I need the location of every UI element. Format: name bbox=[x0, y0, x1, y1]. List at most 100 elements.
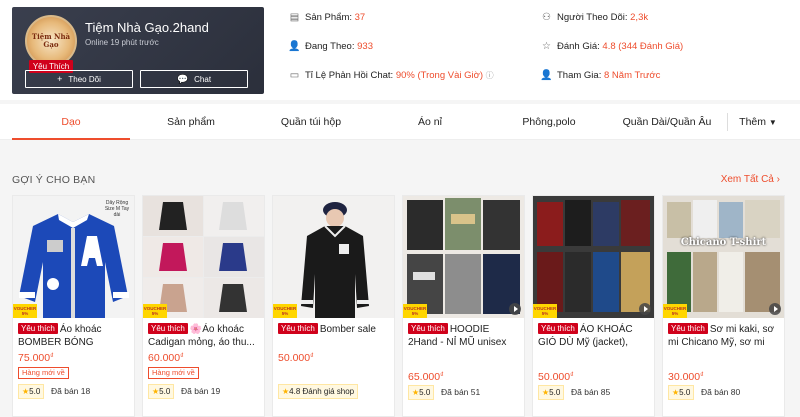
sold-count: Đã bán 85 bbox=[571, 387, 611, 397]
product-name[interactable]: Yêu thích Sơ mi kaki, sơ mi Chicano Mỹ, s… bbox=[668, 323, 781, 349]
favorite-badge: Yêu thích bbox=[408, 323, 448, 334]
sold-count: Đã bán 19 bbox=[181, 386, 221, 396]
currency: ₫ bbox=[50, 353, 54, 360]
shop-rating-tag: ★4.8 Đánh giá shop bbox=[278, 384, 359, 399]
section-title: GỢI Ý CHO BẠN bbox=[12, 174, 96, 186]
chat-button[interactable]: 💬 Chat bbox=[140, 70, 248, 88]
tab-more-label: Thêm bbox=[739, 116, 766, 128]
followers-icon: ⚇ bbox=[542, 12, 551, 23]
stat-value: 2,3k bbox=[630, 12, 649, 23]
stat-followers: ⚇ Người Theo Dõi: 2,3k bbox=[540, 12, 648, 23]
play-video-icon[interactable] bbox=[639, 303, 651, 315]
product-price: 65.000₫ bbox=[408, 371, 444, 383]
stat-following: 👤 Đang Theo: 933 bbox=[288, 41, 373, 52]
tab-divider bbox=[727, 113, 728, 131]
product-image[interactable]: VOUCHER 5% bbox=[533, 196, 654, 318]
product-title: Bomber sale bbox=[319, 324, 376, 335]
stat-rating: ☆ Đánh Giá: 4.8 (344 Đánh Giá) bbox=[540, 41, 683, 52]
play-video-icon[interactable] bbox=[509, 303, 521, 315]
currency: ₫ bbox=[570, 372, 574, 379]
voucher-badge: VOUCHER 5% bbox=[273, 304, 297, 318]
product-card[interactable]: VOUCHER 5% Yêu thích 🌸Áo khoác Cadigan mỏ… bbox=[142, 195, 265, 417]
follow-label: Theo Dõi bbox=[68, 75, 101, 84]
stat-products: ▤ Sản Phẩm: 37 bbox=[288, 12, 365, 23]
product-price: 50.000₫ bbox=[278, 352, 314, 364]
tab-sweaters[interactable]: Áo nỉ bbox=[375, 104, 485, 140]
favorite-badge: Yêu thích bbox=[668, 323, 708, 334]
rating-tag: ★5.0 bbox=[668, 385, 695, 400]
product-card[interactable]: Chicano T-shirt VOUCHER 5% Yêu thích Sơ m… bbox=[662, 195, 785, 417]
favorite-badge: Yêu thích bbox=[148, 323, 188, 334]
product-image[interactable]: Dây Rộng Size M Tay dài VOUCHER 5% bbox=[13, 196, 134, 318]
see-all-link[interactable]: Xem Tất Cả › bbox=[721, 174, 780, 185]
user-plus-icon: 👤 bbox=[540, 70, 553, 81]
shop-stats: ▤ Sản Phẩm: 37 👤 Đang Theo: 933 ▭ Tỉ Lệ Phả… bbox=[288, 0, 798, 90]
product-price: 60.000₫ bbox=[148, 352, 184, 364]
stat-value: 8 Năm Trước bbox=[604, 70, 661, 81]
tab-home[interactable]: Dạo bbox=[12, 104, 130, 140]
stat-label: Đánh Giá: bbox=[557, 41, 600, 52]
product-name[interactable]: Yêu thíchHOODIE 2Hand - NỈ MŨ unisex /LI… bbox=[408, 323, 521, 349]
currency: ₫ bbox=[180, 353, 184, 360]
price-value: 30.000 bbox=[668, 371, 701, 383]
shop-tabs: Dạo Sản phẩm Quần túi hộp Áo nỉ Phông,po… bbox=[0, 104, 800, 140]
product-name[interactable]: Yêu thíchÁo khoác BOMBER BÓNG CHÀY... bbox=[18, 323, 131, 349]
price-value: 65.000 bbox=[408, 371, 441, 383]
rating-value: 5.0 bbox=[549, 388, 561, 397]
voucher-badge: VOUCHER 5% bbox=[143, 304, 167, 318]
chat-label: Chat bbox=[194, 75, 212, 84]
stat-value: 37 bbox=[354, 12, 366, 23]
tab-trousers[interactable]: Quần Dài/Quần Âu bbox=[612, 104, 722, 140]
product-card[interactable]: VOUCHER 5% Yêu thích HOODIE 2Hand - NỈ MŨ… bbox=[402, 195, 525, 417]
product-image[interactable]: VOUCHER 5% bbox=[403, 196, 524, 318]
follow-button[interactable]: + Theo Dõi bbox=[25, 70, 133, 88]
chat-icon: ▭ bbox=[289, 70, 300, 81]
product-card[interactable]: VOUCHER 5% Yêu thích Bomber sale 50.000₫ … bbox=[272, 195, 395, 417]
sold-count: Đã bán 51 bbox=[441, 387, 481, 397]
stat-label: Đang Theo: bbox=[305, 41, 355, 52]
product-name[interactable]: Yêu thíchÁO KHOÁC GIÓ DÙ Mỹ (jacket), BO… bbox=[538, 323, 651, 349]
product-price: 30.000₫ bbox=[668, 371, 704, 383]
tab-tshirts-polo[interactable]: Phông,polo bbox=[494, 104, 604, 140]
currency: ₫ bbox=[310, 353, 314, 360]
star-icon: ☆ bbox=[542, 41, 551, 52]
stat-value: 90% (Trong Vài Giờ) bbox=[395, 70, 484, 81]
tab-products[interactable]: Sản phẩm bbox=[136, 104, 246, 140]
play-video-icon[interactable] bbox=[769, 303, 781, 315]
stat-chat-rate: ▭ Tỉ Lệ Phản Hồi Chat: 90% (Trong Vài Giờ… bbox=[288, 70, 494, 81]
product-image[interactable]: VOUCHER 5% bbox=[143, 196, 264, 318]
voucher-badge: VOUCHER 5% bbox=[13, 304, 37, 318]
new-arrival-tag: Hàng mới về bbox=[18, 367, 69, 379]
stat-joined: 👤 Tham Gia: 8 Năm Trước bbox=[540, 70, 660, 81]
chevron-right-icon: › bbox=[776, 174, 780, 185]
voucher-badge: VOUCHER 5% bbox=[533, 304, 557, 318]
voucher-badge: VOUCHER 5% bbox=[403, 304, 427, 318]
rating-tag: ★5.0 bbox=[148, 384, 175, 399]
sold-count: Đã bán 18 bbox=[51, 386, 91, 396]
avatar-logo-text: Tiệm Nhà Gạo bbox=[31, 32, 71, 49]
stat-label: Người Theo Dõi: bbox=[557, 12, 628, 23]
shop-card: Tiệm Nhà Gạo Yêu Thích Tiệm Nhà Gạo.2han… bbox=[12, 7, 264, 94]
stat-value: 4.8 (344 Đánh Giá) bbox=[602, 41, 684, 52]
rating-tag: ★5.0 bbox=[18, 384, 45, 399]
online-status: Online 19 phút trước bbox=[85, 38, 159, 47]
image-overlay-text: Chicano T-shirt bbox=[680, 237, 767, 248]
product-image[interactable]: Chicano T-shirt VOUCHER 5% bbox=[663, 196, 784, 318]
info-icon[interactable]: ⓘ bbox=[486, 71, 494, 80]
product-name[interactable]: Yêu thích Bomber sale bbox=[278, 323, 391, 349]
product-name[interactable]: Yêu thích 🌸Áo khoác Cadigan mỏng, áo thu.… bbox=[148, 323, 261, 349]
sold-count: Đã bán 80 bbox=[701, 387, 741, 397]
product-image[interactable]: VOUCHER 5% bbox=[273, 196, 394, 318]
rating-value: 5.0 bbox=[159, 387, 171, 396]
price-value: 75.000 bbox=[18, 352, 51, 364]
tab-cargo-pants[interactable]: Quần túi hộp bbox=[256, 104, 366, 140]
voucher-badge: VOUCHER 5% bbox=[663, 304, 687, 318]
product-card[interactable]: VOUCHER 5% Yêu thích ÁO KHOÁC GIÓ DÙ Mỹ (… bbox=[532, 195, 655, 417]
favorite-badge: Yêu thích bbox=[538, 323, 578, 334]
tab-more[interactable]: Thêm ▼ bbox=[736, 104, 780, 140]
price-value: 50.000 bbox=[538, 371, 571, 383]
see-all-label: Xem Tất Cả bbox=[720, 174, 774, 185]
rating-value: 4.8 Đánh giá shop bbox=[289, 387, 355, 396]
price-value: 50.000 bbox=[278, 352, 311, 364]
product-card[interactable]: Dây Rộng Size M Tay dài VOUCHER 5% Yêu t… bbox=[12, 195, 135, 417]
